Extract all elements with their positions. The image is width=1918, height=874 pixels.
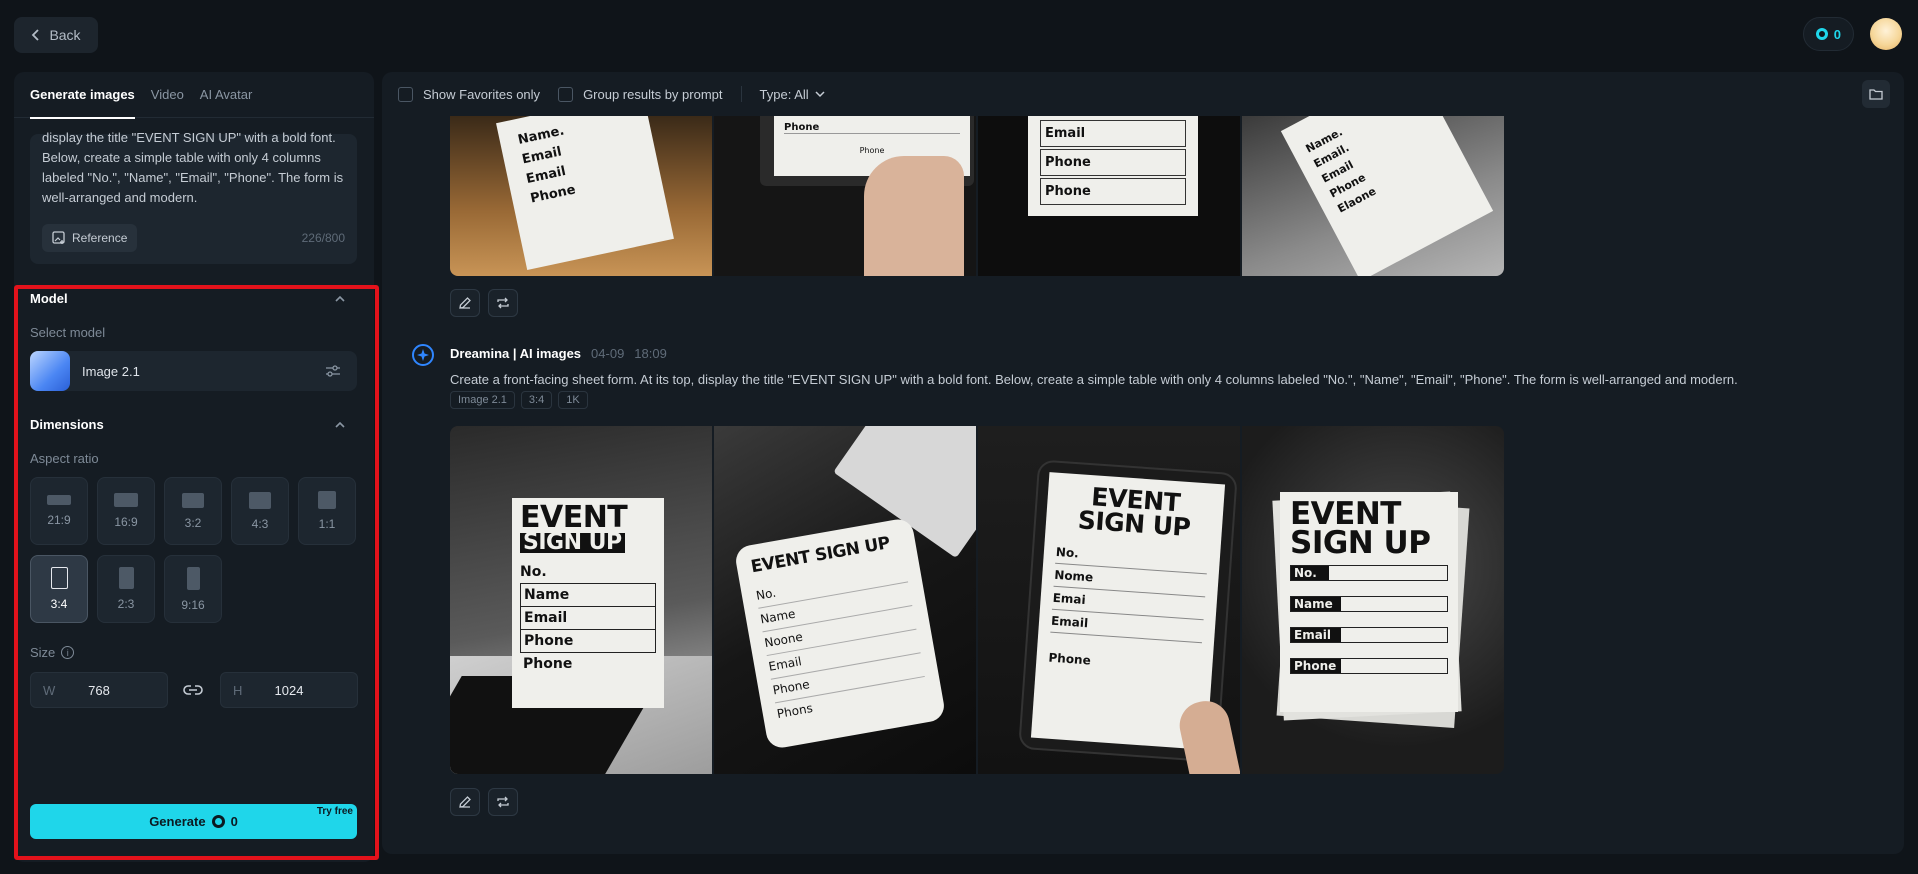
aspect-4-3[interactable]: 4:3 <box>231 477 289 545</box>
ratio-shape-icon <box>249 491 271 509</box>
model-section-title[interactable]: Model <box>30 291 68 306</box>
prompt-text[interactable]: display the title "EVENT SIGN UP" with a… <box>42 128 345 224</box>
edit-button[interactable] <box>450 289 480 317</box>
folder-button[interactable] <box>1862 80 1890 108</box>
ratio-shape-icon <box>318 491 336 509</box>
group-checkbox[interactable]: Group results by prompt <box>558 86 723 102</box>
model-selector[interactable]: Image 2.1 <box>30 351 357 391</box>
generated-image[interactable]: Phone Phone <box>714 116 976 276</box>
tab-generate-images[interactable]: Generate images <box>30 72 135 119</box>
ratio-shape-icon <box>118 567 134 589</box>
sheet-mockup: Email Phone Phone <box>1028 116 1198 216</box>
generation-tags: Image 2.1 3:4 1K <box>450 391 588 409</box>
sheet-mockup: Name. Email Email Phone <box>496 116 674 270</box>
hand <box>1175 696 1240 774</box>
aspect-9-16[interactable]: 9:16 <box>164 555 222 623</box>
avatar[interactable] <box>1870 18 1902 50</box>
size-label: Size i <box>30 645 75 660</box>
tag-model: Image 2.1 <box>450 391 515 409</box>
card-mockup: EVENT SIGN UP No. Name Noone Email Phone… <box>733 516 947 751</box>
info-icon[interactable]: i <box>61 646 75 659</box>
image-add-icon <box>52 231 65 244</box>
ratio-shape-icon <box>47 495 71 505</box>
chevron-left-icon <box>32 29 40 41</box>
try-free-badge: Try free <box>316 806 353 817</box>
ratio-shape-icon <box>50 567 68 589</box>
chevron-down-icon <box>815 91 825 98</box>
tab-video[interactable]: Video <box>151 72 184 118</box>
reference-label: Reference <box>72 231 128 245</box>
image-row-current: EVENT SIGN UP No. Name Email Phone Phone… <box>450 426 1504 774</box>
generated-image[interactable]: EVENT SIGN UP No. Name Email Phone Phone <box>450 426 712 774</box>
aspect-3-4[interactable]: 3:4 <box>30 555 88 623</box>
regenerate-button[interactable] <box>488 788 518 816</box>
generation-meta: Dreamina | AI images 04-09 18:09 <box>450 346 667 361</box>
tag-ratio: 3:4 <box>520 391 553 409</box>
sliders-icon[interactable] <box>325 364 341 378</box>
pencil-icon <box>459 297 471 309</box>
generation-prompt[interactable]: Create a front-facing sheet form. At its… <box>450 372 1738 387</box>
hand <box>864 156 964 276</box>
ratio-shape-icon <box>186 566 200 590</box>
model-thumbnail <box>30 351 70 391</box>
generated-image[interactable]: Name. Email. Email Phone Elaone <box>1242 116 1504 276</box>
generation-date: 04-09 <box>591 346 625 361</box>
back-button[interactable]: Back <box>14 17 98 53</box>
credits-count: 0 <box>1833 26 1841 42</box>
aspect-ratio-label: Aspect ratio <box>30 451 99 466</box>
generated-image[interactable]: EVENT SIGN UP No. Name Email Phone <box>1242 426 1504 774</box>
folder-icon <box>1869 89 1883 100</box>
credit-icon <box>211 815 225 828</box>
reference-button[interactable]: Reference <box>42 224 138 252</box>
pencil-icon <box>459 796 471 808</box>
sheet-mockup: EVENT SIGN UP No. Name Email Phone Phone <box>512 498 664 708</box>
aspect-1-1[interactable]: 1:1 <box>298 477 356 545</box>
generated-image[interactable]: EVENT SIGN UP No. Nome Emai Email Phone <box>978 426 1240 774</box>
link-icon[interactable] <box>182 680 204 700</box>
type-filter[interactable]: Type: All <box>760 87 825 102</box>
repeat-icon <box>497 796 509 808</box>
sheet-mockup: EVENT SIGN UP No. Name Email Phone <box>1280 492 1458 712</box>
generated-image[interactable]: Name. Email Email Phone <box>450 116 712 276</box>
generated-image[interactable]: EVENT SIGN UP No. Name Noone Email Phone… <box>714 426 976 774</box>
toolbar-divider <box>740 86 742 102</box>
edit-button[interactable] <box>450 788 480 816</box>
panel-tabs: Generate images Video AI Avatar <box>14 72 374 119</box>
ratio-shape-icon <box>114 493 138 507</box>
repeat-icon <box>497 297 509 309</box>
generate-button[interactable]: Generate 0 Try free <box>30 804 357 839</box>
tab-ai-avatar[interactable]: AI Avatar <box>200 72 253 118</box>
credit-icon <box>1815 28 1828 40</box>
aspect-21-9[interactable]: 21:9 <box>30 477 88 545</box>
generation-time: 18:09 <box>634 346 667 361</box>
tag-resolution: 1K <box>558 391 588 409</box>
dreamina-logo-icon <box>412 344 434 366</box>
results-panel: Show Favorites only Group results by pro… <box>382 72 1904 854</box>
back-label: Back <box>49 27 81 43</box>
sheet-mockup: Name. Email. Email Phone Elaone <box>1280 116 1494 276</box>
chevron-up-icon[interactable] <box>334 293 346 305</box>
ratio-shape-icon <box>182 492 204 508</box>
aspect-2-3[interactable]: 2:3 <box>97 555 155 623</box>
credits-badge[interactable]: 0 <box>1802 17 1854 51</box>
select-model-label: Select model <box>30 325 106 340</box>
results-toolbar: Show Favorites only Group results by pro… <box>398 86 825 102</box>
model-name: Image 2.1 <box>82 363 140 379</box>
favorites-checkbox[interactable]: Show Favorites only <box>398 86 540 102</box>
char-count: 226/800 <box>301 231 345 245</box>
prompt-box[interactable]: display the title "EVENT SIGN UP" with a… <box>30 130 357 264</box>
width-input[interactable]: W 768 <box>30 672 168 708</box>
author-name: Dreamina | AI images <box>450 346 582 361</box>
image-row-previous: Name. Email Email Phone Phone Phone Emai… <box>450 116 1504 276</box>
generated-image[interactable]: Email Phone Phone <box>978 116 1240 276</box>
regenerate-button[interactable] <box>488 289 518 317</box>
chevron-up-icon[interactable] <box>334 419 346 431</box>
aspect-16-9[interactable]: 16:9 <box>97 477 155 545</box>
height-input[interactable]: H 1024 <box>220 672 358 708</box>
generate-panel: Generate images Video AI Avatar display … <box>14 72 374 862</box>
dimensions-section-title[interactable]: Dimensions <box>30 417 104 432</box>
aspect-3-2[interactable]: 3:2 <box>164 477 222 545</box>
